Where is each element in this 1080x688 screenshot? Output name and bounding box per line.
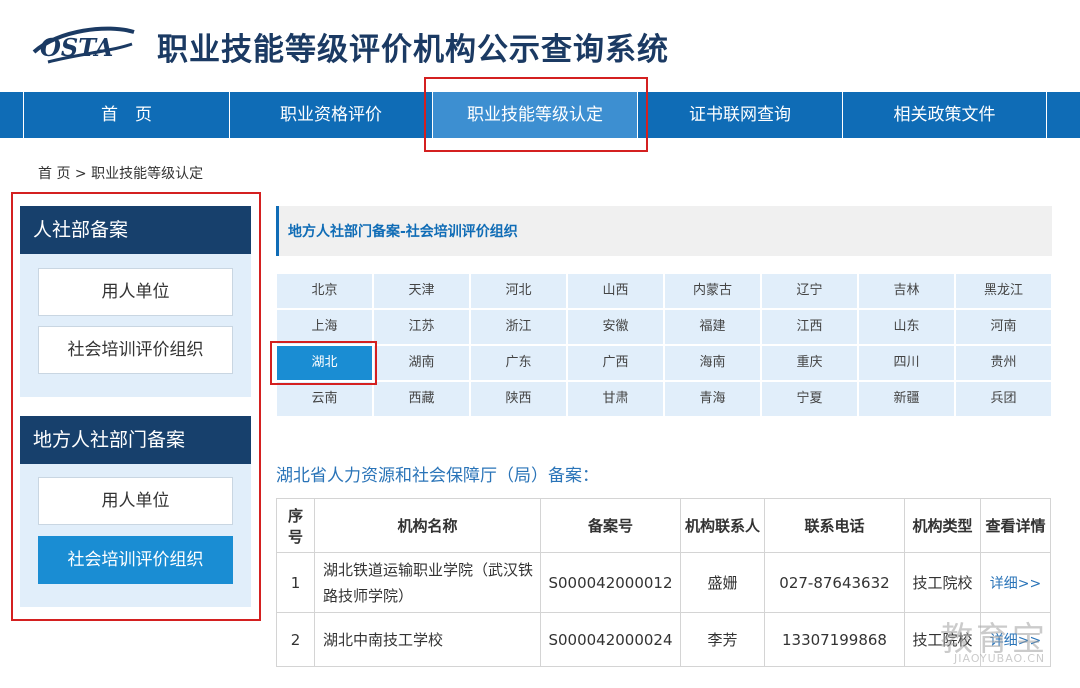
region-3-1[interactable]: 西藏 xyxy=(374,382,469,416)
nav-item-policy[interactable]: 相关政策文件 xyxy=(842,92,1047,138)
region-0-7[interactable]: 黑龙江 xyxy=(956,274,1051,308)
cell-no: 2 xyxy=(276,612,315,667)
region-0-6[interactable]: 吉林 xyxy=(859,274,954,308)
sidebar-highlight-box xyxy=(11,192,261,621)
region-0-5[interactable]: 辽宁 xyxy=(762,274,857,308)
breadcrumb-current: 职业技能等级认定 xyxy=(91,166,204,182)
region-2-2[interactable]: 广东 xyxy=(471,346,566,380)
column-header-contact: 机构联系人 xyxy=(680,498,765,553)
watermark-url: JIAOYUBAO.CN xyxy=(954,652,1046,665)
region-2-1[interactable]: 湖南 xyxy=(374,346,469,380)
region-1-2[interactable]: 浙江 xyxy=(471,310,566,344)
filing-subtitle: 湖北省人力资源和社会保障厅（局）备案： xyxy=(276,466,599,486)
nav-item-qualification[interactable]: 职业资格评价 xyxy=(229,92,432,138)
logo-text: OSTA xyxy=(40,33,113,62)
watermark: 教育宝 JIAOYUBAO.CN xyxy=(940,612,1070,672)
nav-item-home[interactable]: 首 页 xyxy=(23,92,229,138)
column-header-type: 机构类型 xyxy=(904,498,981,553)
column-header-code: 备案号 xyxy=(540,498,681,553)
breadcrumb-home[interactable]: 首 页 xyxy=(38,166,70,182)
column-header-name: 机构名称 xyxy=(314,498,541,553)
site-title: 职业技能等级评价机构公示查询系统 xyxy=(157,32,669,68)
region-1-5[interactable]: 江西 xyxy=(762,310,857,344)
osta-logo-icon[interactable]: OSTA xyxy=(28,22,140,68)
region-3-2[interactable]: 陕西 xyxy=(471,382,566,416)
column-header-detail: 查看详情 xyxy=(980,498,1051,553)
column-header-phone: 联系电话 xyxy=(764,498,905,553)
region-1-0[interactable]: 上海 xyxy=(277,310,372,344)
region-0-0[interactable]: 北京 xyxy=(277,274,372,308)
region-3-6[interactable]: 新疆 xyxy=(859,382,954,416)
region-2-6[interactable]: 四川 xyxy=(859,346,954,380)
region-3-7[interactable]: 兵团 xyxy=(956,382,1051,416)
region-0-1[interactable]: 天津 xyxy=(374,274,469,308)
cell-code: S000042000012 xyxy=(540,552,681,613)
region-1-1[interactable]: 江苏 xyxy=(374,310,469,344)
cell-code: S000042000024 xyxy=(540,612,681,667)
nav-item-certificate-query[interactable]: 证书联网查询 xyxy=(637,92,842,138)
table-row: 1 湖北铁道运输职业学院（武汉铁路技师学院） S000042000012 盛姗 … xyxy=(276,552,1051,613)
cell-name: 湖北铁道运输职业学院（武汉铁路技师学院） xyxy=(314,552,541,613)
region-2-3[interactable]: 广西 xyxy=(568,346,663,380)
region-3-4[interactable]: 青海 xyxy=(665,382,760,416)
organization-table: 序号 机构名称 备案号 机构联系人 联系电话 机构类型 查看详情 1 湖北铁道运… xyxy=(276,498,1051,667)
table-header-row: 序号 机构名称 备案号 机构联系人 联系电话 机构类型 查看详情 xyxy=(276,498,1051,553)
cell-no: 1 xyxy=(276,552,315,613)
cell-contact: 李芳 xyxy=(680,612,765,667)
region-grid: 北京 天津 河北 山西 内蒙古 辽宁 吉林 黑龙江 上海 江苏 浙江 安徽 福建 江西 山东 河南 湖北 湖南 广东… xyxy=(277,274,1051,418)
cell-type: 技工院校 xyxy=(904,552,981,613)
content-title: 地方人社部门备案-社会培训评价组织 xyxy=(288,224,518,240)
region-highlight-box xyxy=(270,341,377,385)
region-0-3[interactable]: 山西 xyxy=(568,274,663,308)
cell-name: 湖北中南技工学校 xyxy=(314,612,541,667)
region-1-6[interactable]: 山东 xyxy=(859,310,954,344)
cell-phone: 027-87643632 xyxy=(764,552,905,613)
cell-contact: 盛姗 xyxy=(680,552,765,613)
region-2-5[interactable]: 重庆 xyxy=(762,346,857,380)
column-header-no: 序号 xyxy=(276,498,315,553)
region-1-7[interactable]: 河南 xyxy=(956,310,1051,344)
breadcrumb-separator: > xyxy=(74,166,87,182)
detail-link[interactable]: 详细>> xyxy=(990,576,1041,592)
region-3-5[interactable]: 宁夏 xyxy=(762,382,857,416)
region-3-0[interactable]: 云南 xyxy=(277,382,372,416)
table-row: 2 湖北中南技工学校 S000042000024 李芳 13307199868 … xyxy=(276,612,1051,667)
region-1-4[interactable]: 福建 xyxy=(665,310,760,344)
region-2-4[interactable]: 海南 xyxy=(665,346,760,380)
cell-phone: 13307199868 xyxy=(764,612,905,667)
region-2-7[interactable]: 贵州 xyxy=(956,346,1051,380)
content-title-bar: 地方人社部门备案-社会培训评价组织 xyxy=(276,206,1052,256)
breadcrumb: 首 页 > 职业技能等级认定 xyxy=(38,163,203,183)
region-0-2[interactable]: 河北 xyxy=(471,274,566,308)
region-3-3[interactable]: 甘肃 xyxy=(568,382,663,416)
region-0-4[interactable]: 内蒙古 xyxy=(665,274,760,308)
region-1-3[interactable]: 安徽 xyxy=(568,310,663,344)
nav-highlight-box xyxy=(424,77,648,152)
cell-detail: 详细>> xyxy=(980,552,1051,613)
